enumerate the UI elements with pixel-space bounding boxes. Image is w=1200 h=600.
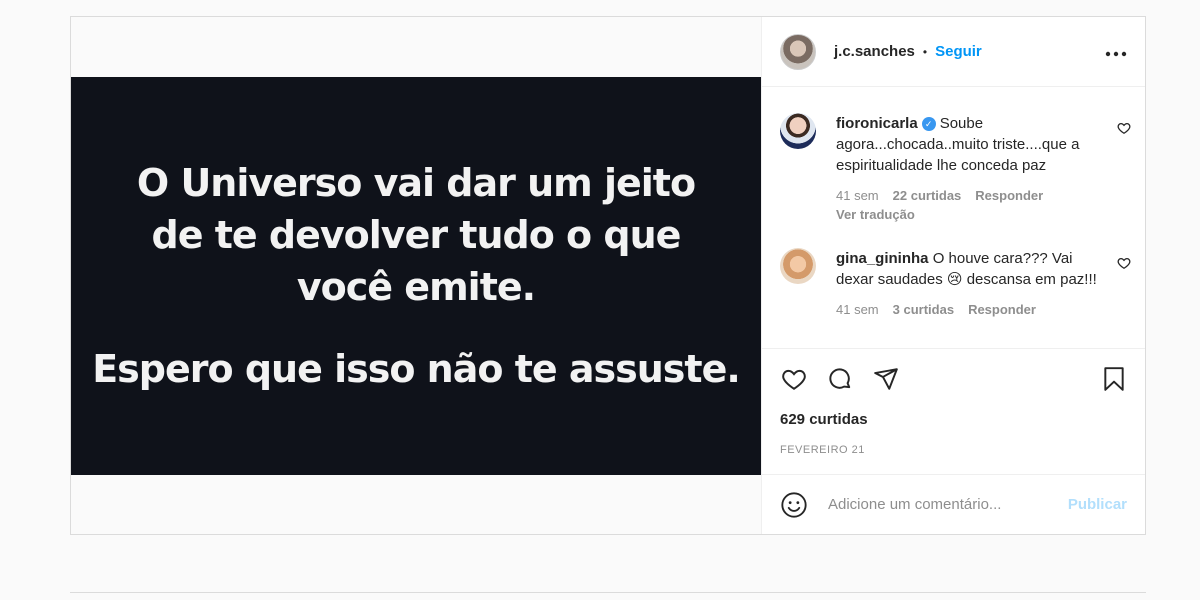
post-card: O Universo vai dar um jeito de te devolv…	[70, 16, 1146, 535]
comment-like-heart-icon[interactable]	[1117, 121, 1131, 140]
post-actions-bar	[762, 349, 1145, 409]
likes-count[interactable]: 629 curtidas	[762, 411, 1145, 428]
follow-button[interactable]: Seguir	[935, 43, 982, 60]
commenter-username[interactable]: fioronicarla	[836, 115, 918, 132]
like-heart-icon[interactable]	[780, 366, 808, 392]
comment-text-block: gina_gininha O houve cara??? Vai dexar s…	[836, 248, 1101, 290]
commenter-username[interactable]: gina_gininha	[836, 250, 929, 267]
commenter-avatar[interactable]	[780, 113, 816, 149]
comment-time[interactable]: 41 sem	[836, 302, 879, 317]
comment-meta: 41 sem 22 curtidas Responder	[836, 188, 1101, 203]
more-horizontal-icon[interactable]	[1105, 40, 1127, 63]
save-bookmark-icon[interactable]	[1101, 366, 1127, 392]
author-username[interactable]: j.c.sanches	[834, 43, 915, 60]
add-comment-bar: Publicar	[762, 474, 1145, 534]
comment-bubble-icon[interactable]	[826, 366, 854, 392]
comment-body: fioronicarla ✓ Soube agora...chocada..muit…	[836, 113, 1101, 222]
publish-button[interactable]: Publicar	[1068, 496, 1127, 513]
comment-like-heart-icon[interactable]	[1117, 256, 1131, 275]
comment-likes[interactable]: 22 curtidas	[893, 188, 962, 203]
comments-list[interactable]: fioronicarla ✓ Soube agora...chocada..muit…	[762, 87, 1145, 349]
comment-item: gina_gininha O houve cara??? Vai dexar s…	[780, 248, 1131, 317]
comment-text-block: fioronicarla ✓ Soube agora...chocada..muit…	[836, 113, 1101, 176]
comment-item: fioronicarla ✓ Soube agora...chocada..muit…	[780, 113, 1131, 222]
comment-likes[interactable]: 3 curtidas	[893, 302, 954, 317]
reply-button[interactable]: Responder	[975, 188, 1043, 203]
comment-meta: 41 sem 3 curtidas Responder	[836, 302, 1101, 317]
post-date[interactable]: FEVEREIRO 21	[762, 444, 1145, 456]
post-header: j.c.sanches • Seguir	[762, 17, 1145, 87]
verified-badge-icon: ✓	[921, 117, 936, 132]
comment-input[interactable]	[826, 495, 1068, 514]
share-direct-icon[interactable]	[872, 366, 900, 392]
post-media: O Universo vai dar um jeito de te devolv…	[71, 17, 762, 534]
commenter-avatar[interactable]	[780, 248, 816, 284]
comment-body: gina_gininha O houve cara??? Vai dexar s…	[836, 248, 1101, 317]
see-translation-link[interactable]: Ver tradução	[836, 207, 1101, 222]
separator-dot: •	[922, 44, 928, 59]
smiley-icon[interactable]	[780, 491, 808, 519]
post-side-panel: j.c.sanches • Seguir fioronicarla ✓ Soube …	[762, 17, 1145, 534]
reply-button[interactable]: Responder	[968, 302, 1036, 317]
image-text-line-2: de te devolver tudo o que	[151, 213, 682, 257]
post-image[interactable]: O Universo vai dar um jeito de te devolv…	[71, 77, 761, 475]
image-text-line-4: Espero que isso não te assuste.	[92, 347, 741, 391]
page-divider	[70, 592, 1146, 593]
author-avatar[interactable]	[780, 33, 816, 70]
image-text-line-3: você emite.	[296, 265, 536, 309]
image-text-line-1: O Universo vai dar um jeito	[136, 161, 696, 205]
comment-time[interactable]: 41 sem	[836, 188, 879, 203]
